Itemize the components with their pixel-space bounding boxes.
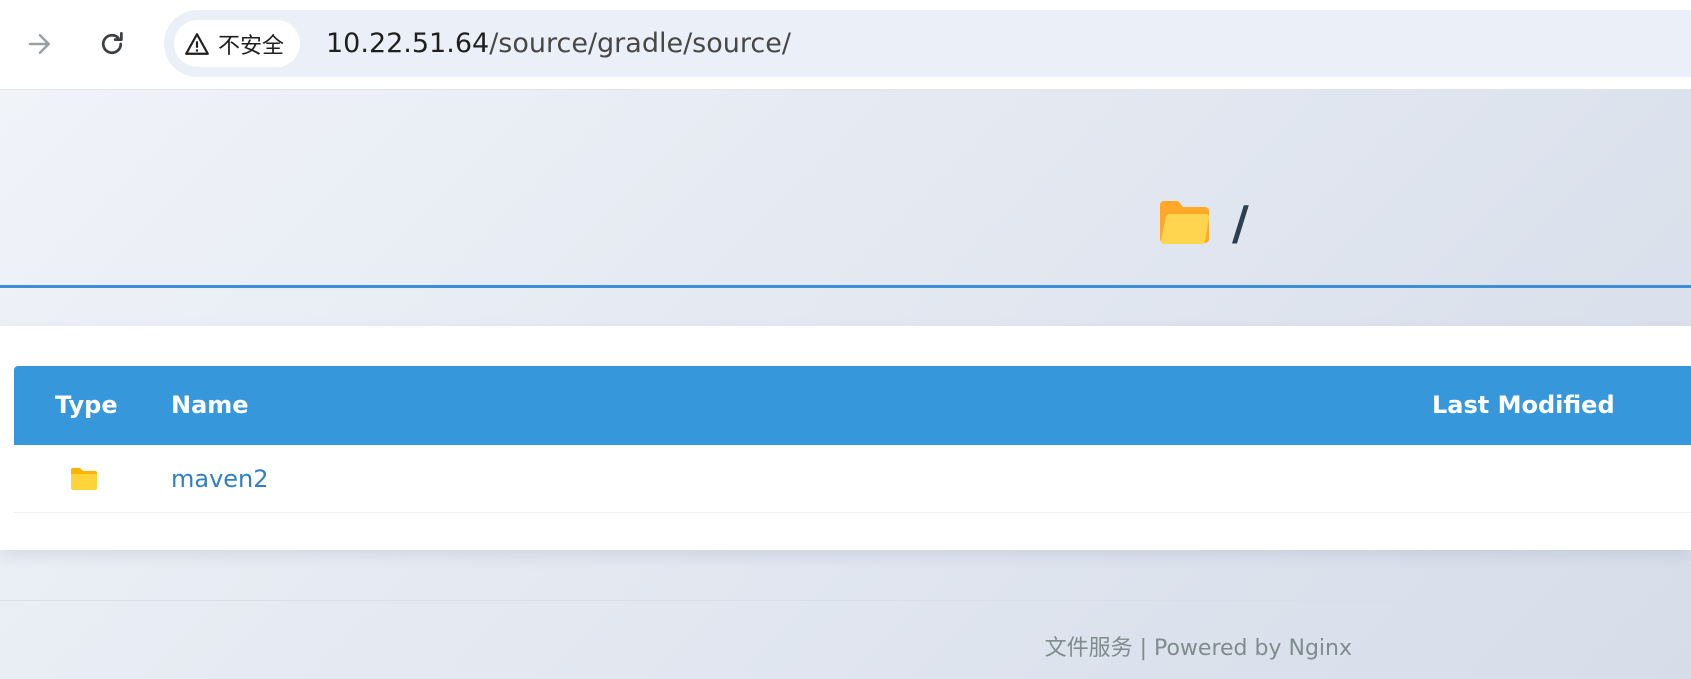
footer-divider — [0, 600, 1691, 601]
security-label: 不安全 — [218, 33, 285, 59]
forward-button[interactable] — [18, 22, 62, 66]
page-title: / — [1232, 196, 1249, 250]
page-header — [0, 91, 1691, 287]
url-host: 10.22.51.64 — [326, 28, 490, 59]
row-name-link[interactable]: maven2 — [171, 445, 269, 513]
address-bar[interactable]: 不安全 10.22.51.64/source/gradle/source/ — [164, 10, 1691, 77]
listing-card: Type Name Last Modified maven2 — [0, 326, 1691, 550]
folder-icon — [70, 467, 98, 491]
file-listing-table: Type Name Last Modified maven2 — [14, 366, 1691, 513]
table-header: Type Name Last Modified — [14, 366, 1691, 445]
warning-icon — [185, 32, 209, 55]
column-header-last-modified[interactable]: Last Modified — [1432, 366, 1615, 445]
reload-icon — [101, 32, 123, 55]
footer-text: 文件服务 | Powered by Nginx — [1044, 636, 1352, 661]
column-header-type[interactable]: Type — [55, 366, 118, 445]
browser-toolbar: 不安全 10.22.51.64/source/gradle/source/ — [0, 0, 1691, 90]
url-path: /source/gradle/source/ — [489, 28, 791, 59]
column-header-name[interactable]: Name — [171, 366, 249, 445]
header-divider — [0, 285, 1691, 288]
url-text[interactable]: 10.22.51.64/source/gradle/source/ — [326, 10, 791, 77]
security-indicator[interactable]: 不安全 — [174, 20, 301, 67]
table-row[interactable]: maven2 — [14, 445, 1691, 513]
arrow-right-icon — [28, 34, 50, 54]
page-heading: / — [1158, 198, 1249, 248]
folder-open-icon — [1158, 199, 1212, 247]
reload-button[interactable] — [90, 22, 134, 66]
